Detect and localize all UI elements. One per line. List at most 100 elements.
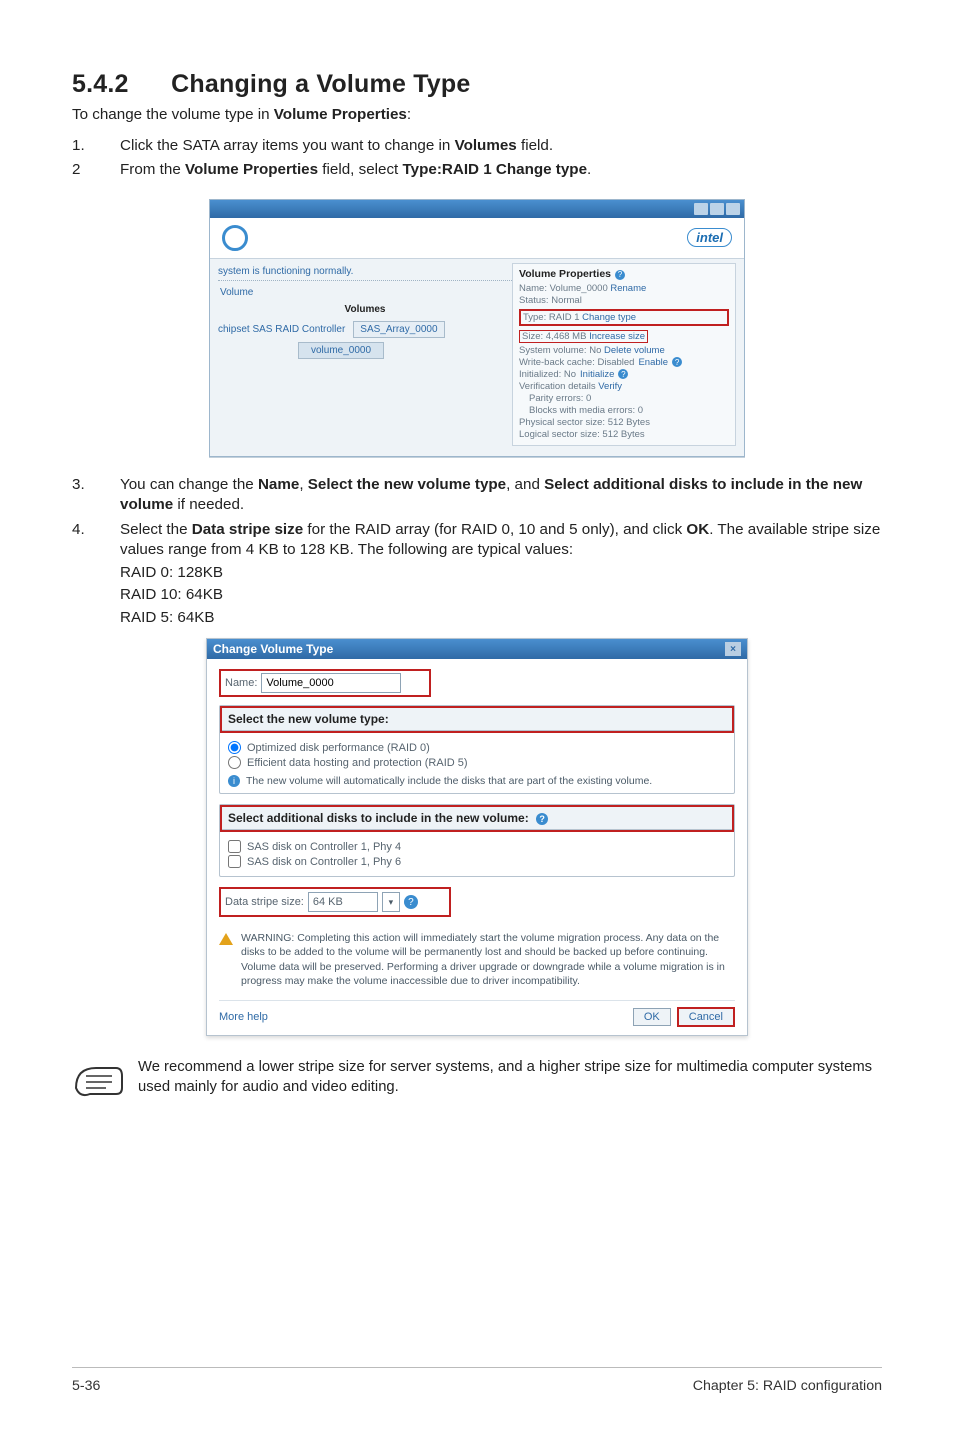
highlight-stripe-size: Data stripe size: 64 KB ▾ ? (219, 887, 451, 917)
step-1-post: field. (517, 137, 553, 154)
checkbox-disk-2[interactable] (228, 855, 241, 868)
ok-button[interactable]: OK (633, 1008, 671, 1026)
intro-post: : (407, 106, 411, 123)
step-4-body: Select the Data stripe size for the RAID… (120, 520, 882, 629)
step-4-raid5: RAID 5: 64KB (120, 608, 882, 629)
cancel-button[interactable]: Cancel (677, 1007, 735, 1027)
stripe-value: 64 KB (313, 896, 343, 908)
panel-additional-disks-head: Select additional disks to include in th… (222, 807, 732, 830)
close-icon[interactable] (726, 203, 740, 215)
panel1-note: The new volume will automatically includ… (246, 775, 652, 787)
help-icon[interactable]: ? (615, 270, 625, 280)
intel-badge: intel (687, 228, 732, 247)
intro-line: To change the volume type in Volume Prop… (72, 105, 882, 126)
warning-text: WARNING: Completing this action will imm… (241, 931, 735, 988)
prop-parity: Parity errors: 0 (519, 393, 729, 404)
disk-1-label: SAS disk on Controller 1, Phy 4 (247, 841, 401, 853)
step-2-pre: From the (120, 161, 185, 178)
step-2: 2 From the Volume Properties field, sele… (72, 160, 882, 181)
prop-blocks: Blocks with media errors: 0 (519, 405, 729, 416)
link-more-help[interactable]: More help (219, 1011, 627, 1023)
section-heading: 5.4.2 Changing a Volume Type (72, 70, 882, 99)
step-3: 3. You can change the Name, Select the n… (72, 475, 882, 516)
note-icon (72, 1058, 124, 1098)
prop-log-sector: Logical sector size: 512 Bytes (519, 429, 729, 440)
step-2-bold1: Volume Properties (185, 161, 318, 178)
link-increase-size[interactable]: Increase size (589, 331, 645, 342)
prop-sys-vol: System volume: No (519, 345, 601, 356)
highlight-change-type: Type: RAID 1 Change type (519, 309, 729, 326)
window-header: intel (210, 218, 744, 259)
step-3-mid2: , and (506, 476, 544, 493)
step-4-pre: Select the (120, 521, 192, 538)
help-icon[interactable]: ? (536, 813, 548, 825)
prop-init: Initialized: No (519, 369, 576, 380)
chevron-down-icon[interactable]: ▾ (382, 892, 400, 912)
help-icon[interactable]: ? (618, 369, 628, 379)
link-rename[interactable]: Rename (610, 283, 646, 294)
step-1-pre: Click the SATA array items you want to c… (120, 137, 455, 154)
step-3-bold2: Select the new volume type (308, 476, 506, 493)
dialog-titlebar: Change Volume Type × (207, 639, 747, 659)
name-input[interactable] (261, 673, 401, 693)
radio-raid5[interactable] (228, 756, 241, 769)
volume-item[interactable]: volume_0000 (298, 342, 384, 359)
radio-raid0[interactable] (228, 741, 241, 754)
step-3-post: if needed. (173, 496, 244, 513)
step-2-mid: field, select (318, 161, 402, 178)
step-1-body: Click the SATA array items you want to c… (120, 136, 882, 157)
window-titlebar (210, 200, 744, 218)
link-change-type[interactable]: Change type (582, 312, 636, 323)
intro-pre: To change the volume type in (72, 106, 274, 123)
maximize-icon[interactable] (710, 203, 724, 215)
step-4-mid1: for the RAID array (for RAID 0, 10 and 5… (303, 521, 686, 538)
warning-icon (219, 933, 233, 945)
step-4-num: 4. (72, 520, 120, 629)
array-item[interactable]: SAS_Array_0000 (353, 321, 444, 338)
link-enable[interactable]: Enable (638, 357, 668, 368)
help-icon[interactable]: ? (404, 895, 418, 909)
intro-bold: Volume Properties (274, 106, 407, 123)
step-2-post: . (587, 161, 591, 178)
step-4-bold1: Data stripe size (192, 521, 303, 538)
step-3-pre: You can change the (120, 476, 258, 493)
volumes-heading: Volumes (218, 304, 512, 315)
highlight-size: Size: 4,468 MB Increase size (519, 330, 648, 343)
radio-raid5-label: Efficient data hosting and protection (R… (247, 757, 468, 769)
note-text: We recommend a lower stripe size for ser… (138, 1058, 882, 1098)
step-3-bold1: Name (258, 476, 299, 493)
properties-title: Volume Properties (519, 268, 611, 280)
screenshot-volume-properties: intel system is functioning normally. Vo… (209, 199, 745, 457)
page-footer: 5-36 Chapter 5: RAID configuration (72, 1367, 882, 1394)
controller-name: chipset SAS RAID Controller (218, 324, 345, 335)
step-3-body: You can change the Name, Select the new … (120, 475, 882, 516)
prop-name: Name: Volume_0000 (519, 283, 608, 294)
panel-volume-type-head: Select the new volume type: (222, 708, 732, 731)
step-2-body: From the Volume Properties field, select… (120, 160, 882, 181)
step-4-bold2: OK (686, 521, 709, 538)
checkbox-disk-1[interactable] (228, 840, 241, 853)
footer-chapter: Chapter 5: RAID configuration (693, 1378, 882, 1394)
panel2-head-text: Select additional disks to include in th… (228, 811, 529, 825)
minimize-icon[interactable] (694, 203, 708, 215)
volume-label: Volume (218, 285, 512, 304)
step-3-num: 3. (72, 475, 120, 516)
prop-verification: Verification details (519, 381, 596, 392)
radio-raid0-label: Optimized disk performance (RAID 0) (247, 742, 430, 754)
help-icon[interactable]: ? (672, 357, 682, 367)
prop-size: Size: 4,468 MB (522, 331, 586, 342)
dialog-button-row: More help OK Cancel (219, 1000, 735, 1027)
step-4-raid10: RAID 10: 64KB (120, 585, 882, 606)
link-initialize[interactable]: Initialize (580, 369, 614, 380)
close-icon[interactable]: × (725, 642, 741, 656)
highlight-name-field: Name: (219, 669, 431, 697)
stripe-size-select[interactable]: 64 KB (308, 892, 378, 912)
warning-block: WARNING: Completing this action will imm… (219, 931, 735, 988)
step-3-mid1: , (299, 476, 307, 493)
stripe-label: Data stripe size: (225, 896, 304, 908)
section-title: Changing a Volume Type (171, 70, 470, 98)
link-delete-volume[interactable]: Delete volume (604, 345, 665, 356)
info-icon: i (228, 775, 240, 787)
link-verify[interactable]: Verify (598, 381, 622, 392)
screenshot-change-volume-type: Change Volume Type × Name: Select the ne… (206, 638, 748, 1036)
